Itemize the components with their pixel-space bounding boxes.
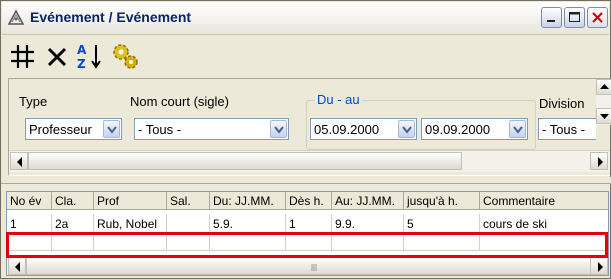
maximize-icon [569,12,580,22]
table-horizontal-scrollbar[interactable] [7,255,608,275]
column-header[interactable]: Sal. [167,192,210,210]
column-header[interactable]: Prof [94,192,167,210]
type-label: Type [19,94,48,109]
table-cell[interactable]: cours de ski [480,214,608,233]
table-cell[interactable]: 9.9. [332,214,404,233]
table-cell[interactable] [210,233,286,251]
filter-horizontal-scrollbar[interactable] [9,150,610,172]
table-cell[interactable]: 1 [7,214,52,233]
column-header[interactable]: Commentaire [480,192,608,210]
scroll-right-button[interactable] [590,257,608,275]
minimize-button[interactable] [541,7,562,28]
event-window: Evénement / Evénement A Z Type Professeu… [0,0,611,279]
title-bar[interactable]: Evénement / Evénement [2,2,609,35]
date-to-select[interactable]: 09.09.2000 [421,118,528,140]
scroll-down-button[interactable] [596,108,611,124]
table-cell[interactable] [7,233,52,251]
date-from-select[interactable]: 05.09.2000 [310,118,417,140]
table-cell[interactable]: 2a [52,214,94,233]
scroll-thumb[interactable] [26,257,591,275]
arrow-right-icon [598,262,603,272]
date-range-label: Du - au [315,92,362,107]
arrow-left-icon [17,157,22,167]
svg-text:A: A [77,43,87,57]
toolbar: A Z [3,36,608,76]
table-cell[interactable] [404,233,480,251]
table-cell[interactable] [167,214,210,233]
column-header[interactable]: Dès h. [286,192,332,210]
arrow-up-icon [600,84,609,89]
pane-splitter[interactable] [1,177,611,184]
division-select[interactable]: - Tous - [538,118,596,140]
column-header[interactable]: Cla. [52,192,94,210]
scroll-left-button[interactable] [8,257,26,275]
table-cell[interactable]: 1 [286,214,332,233]
table-cell[interactable] [167,233,210,251]
table-cell[interactable]: 5 [404,214,480,233]
short-name-select[interactable]: - Tous - [134,118,289,140]
chevron-down-icon[interactable] [270,120,287,138]
scroll-left-button[interactable] [10,152,28,170]
grid-hash-icon[interactable] [7,40,39,72]
table-cell[interactable] [480,233,608,251]
chevron-down-icon[interactable] [398,120,415,138]
table-cell[interactable] [286,233,332,251]
filter-vertical-scrollbar[interactable] [596,79,611,125]
close-button[interactable] [587,7,608,28]
close-icon [592,12,603,23]
column-header[interactable]: Au: JJ.MM. [332,192,404,210]
minimize-icon [547,20,555,22]
division-label: Division [539,96,585,111]
column-header[interactable]: jusqu'à h. [404,192,480,210]
gears-icon[interactable] [109,40,141,72]
arrow-right-icon [598,157,603,167]
scroll-right-button[interactable] [590,152,608,170]
arrow-left-icon [15,262,20,272]
window-title: Evénement / Evénement [30,9,192,25]
chevron-down-icon[interactable] [509,120,526,138]
x-icon[interactable] [41,40,73,72]
svg-text:Z: Z [77,57,86,71]
arrow-down-icon [600,114,609,119]
chevron-down-icon[interactable] [103,120,120,138]
scroll-thumb[interactable] [28,152,462,170]
type-select[interactable]: Professeur [25,118,122,140]
table-cell[interactable] [52,233,94,251]
scroll-up-button[interactable] [596,79,611,95]
app-icon [7,9,25,25]
table-cell[interactable] [94,233,167,251]
sort-az-icon[interactable]: A Z [75,40,107,72]
table-cell[interactable]: Rub, Nobel [94,214,167,233]
filter-panel: Type Professeur Nom court (sigle) - Tous… [8,78,611,176]
maximize-button[interactable] [564,7,585,28]
column-header[interactable]: Du: JJ.MM. [210,192,286,210]
grip-icon [311,264,317,271]
short-name-label: Nom court (sigle) [130,94,229,109]
table-cell[interactable] [332,233,404,251]
table-cell[interactable]: 5.9. [210,214,286,233]
events-table: No év Cla. Prof Sal. Du: JJ.MM. Dès h. A… [6,191,609,276]
column-header[interactable]: No év [7,192,52,210]
